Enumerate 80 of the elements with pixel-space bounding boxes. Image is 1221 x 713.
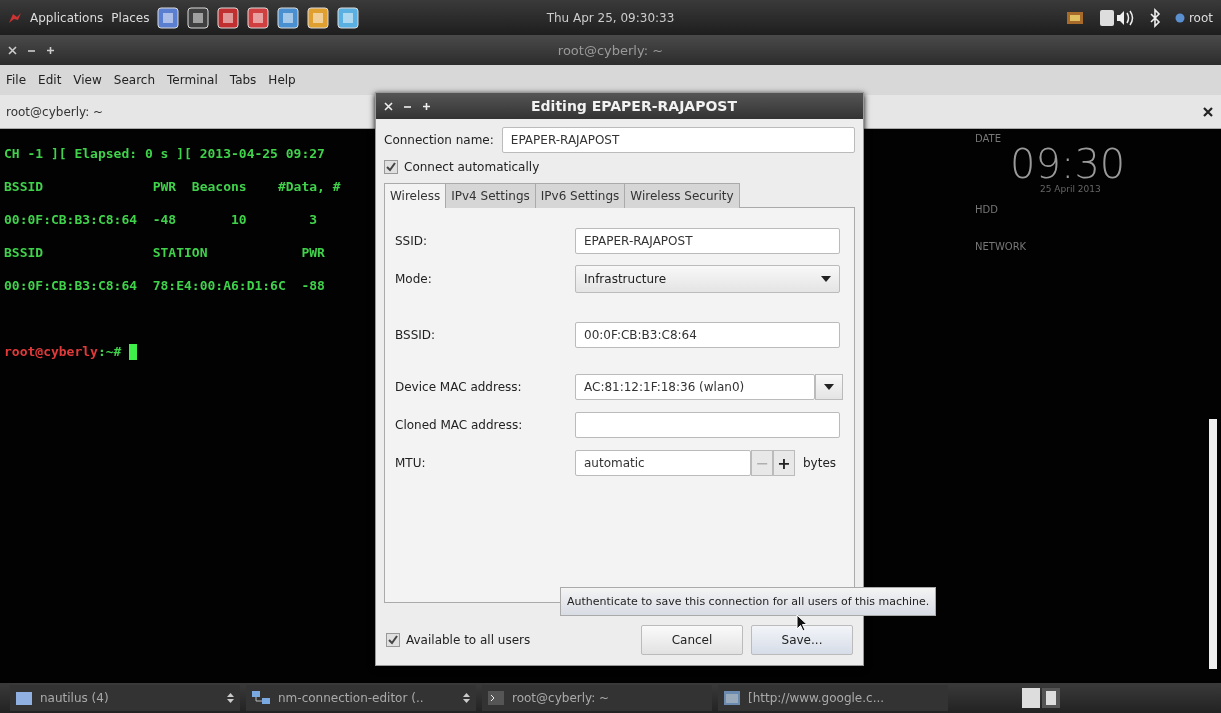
window-title: root@cyberly: ~ bbox=[557, 42, 664, 58]
widget-date: 25 April 2013 bbox=[1040, 184, 1102, 194]
folder-icon bbox=[16, 691, 32, 705]
panel-clock[interactable]: Thu Apr 25, 09:30:33 bbox=[409, 10, 812, 25]
launcher-icon[interactable] bbox=[337, 6, 360, 29]
terminal-line: BSSID STATION PWR bbox=[4, 244, 326, 262]
terminal-line: 00:0F:CB:B3:C8:64 78:E4:00:A6:D1:6C -88 bbox=[4, 277, 326, 295]
workspace-switcher-icon[interactable] bbox=[1021, 687, 1061, 709]
settings-tab[interactable]: Wireless bbox=[384, 183, 447, 208]
field-label: MTU: bbox=[395, 456, 427, 470]
terminal-tab[interactable]: root@cyberly: ~ bbox=[6, 104, 104, 119]
settings-tab[interactable]: IPv6 Settings bbox=[534, 183, 626, 208]
prompt-user-host: root@cyberly bbox=[4, 343, 98, 361]
menu-item[interactable]: File bbox=[6, 73, 27, 87]
terminal-line: BSSID PWR Beacons #Data, # bbox=[4, 178, 341, 196]
volume-icon[interactable] bbox=[1098, 7, 1135, 28]
widget-label: NETWORK bbox=[975, 241, 1028, 252]
launcher-icon[interactable] bbox=[187, 6, 210, 29]
taskbar-item[interactable]: nautilus (4) bbox=[10, 685, 240, 711]
menu-item[interactable]: Tabs bbox=[229, 73, 257, 87]
text-field[interactable] bbox=[575, 412, 840, 438]
check-icon bbox=[388, 635, 398, 645]
bluetooth-icon[interactable] bbox=[1148, 7, 1161, 28]
connection-name-field[interactable]: EPAPER-RAJAPOST bbox=[501, 127, 855, 153]
launcher-icon[interactable] bbox=[277, 6, 300, 29]
close-icon[interactable] bbox=[1203, 106, 1213, 117]
available-to-all-checkbox[interactable]: Available to all users bbox=[386, 626, 531, 654]
launcher-icon[interactable] bbox=[157, 6, 180, 29]
terminal-line: CH -1 ][ Elapsed: 0 s ][ 2013-04-25 09:27 bbox=[4, 145, 326, 163]
taskbar-item[interactable]: root@cyberly: ~ bbox=[482, 685, 712, 711]
menu-item[interactable]: Terminal bbox=[167, 73, 218, 87]
spin-field[interactable]: automatic bbox=[575, 450, 751, 476]
widget-label: HDD bbox=[975, 204, 999, 215]
unit-label: bytes bbox=[803, 456, 837, 470]
menu-item[interactable]: View bbox=[73, 73, 102, 87]
network-icon bbox=[252, 691, 270, 705]
menu-item[interactable]: Help bbox=[268, 73, 296, 87]
settings-tab[interactable]: Wireless Security bbox=[624, 183, 740, 208]
launcher-icon[interactable] bbox=[217, 6, 240, 29]
tooltip: Authenticate to save this connection for all users of this machine. bbox=[560, 587, 937, 616]
panel-menu[interactable]: Applications bbox=[30, 10, 104, 25]
dropdown[interactable]: Infrastructure bbox=[575, 265, 840, 293]
dropdown-arrow-icon bbox=[824, 384, 834, 390]
field-label: SSID: bbox=[395, 234, 429, 248]
field-label: BSSID: bbox=[395, 328, 437, 342]
field-label: Cloned MAC address: bbox=[395, 418, 524, 432]
text-field[interactable]: EPAPER-RAJAPOST bbox=[575, 228, 840, 254]
dialog-button[interactable]: Cancel bbox=[641, 625, 743, 655]
terminal-icon bbox=[488, 691, 504, 705]
settings-tab[interactable]: IPv4 Settings bbox=[445, 183, 536, 208]
dropdown-arrow-icon bbox=[821, 276, 831, 282]
browser-icon bbox=[724, 691, 740, 705]
field-label: Connection name: bbox=[384, 133, 494, 147]
dropdown-button[interactable] bbox=[815, 374, 843, 400]
user-menu[interactable]: root bbox=[1174, 10, 1213, 25]
panel-menu[interactable]: Places bbox=[111, 10, 150, 25]
check-icon bbox=[386, 162, 396, 172]
connect-automatically-checkbox[interactable]: Connect automatically bbox=[384, 153, 855, 181]
launcher-icon[interactable] bbox=[307, 6, 330, 29]
mouse-pointer-icon bbox=[796, 614, 808, 632]
scrollbar[interactable] bbox=[1209, 419, 1217, 669]
menu-item[interactable]: Search bbox=[113, 73, 156, 87]
increment-button[interactable]: + bbox=[773, 450, 795, 476]
text-field[interactable]: 00:0F:CB:B3:C8:64 bbox=[575, 322, 840, 348]
field-label: Mode: bbox=[395, 272, 433, 286]
taskbar-item[interactable]: [http://www.google.c... bbox=[718, 685, 948, 711]
dialog-title: Editing EPAPER-RAJAPOST bbox=[531, 98, 737, 114]
menu-item[interactable]: Edit bbox=[38, 73, 62, 87]
launcher-icon[interactable] bbox=[247, 6, 270, 29]
combo-field[interactable]: AC:81:12:1F:18:36 (wlan0) bbox=[575, 374, 815, 400]
maximize-icon[interactable] bbox=[46, 45, 55, 55]
field-label: Device MAC address: bbox=[395, 380, 523, 394]
dialog-button[interactable]: Save... bbox=[751, 625, 853, 655]
text-cursor bbox=[129, 343, 138, 360]
widget-label: DATE bbox=[975, 133, 1002, 144]
terminal-line: 00:0F:CB:B3:C8:64 -48 10 3 bbox=[4, 211, 319, 229]
prompt-path: :~# bbox=[97, 343, 122, 361]
taskbar-item[interactable]: nm-connection-editor (.. bbox=[246, 685, 476, 711]
user-status-icon bbox=[1174, 12, 1185, 23]
widget-time: 09:30 bbox=[1010, 144, 1126, 184]
